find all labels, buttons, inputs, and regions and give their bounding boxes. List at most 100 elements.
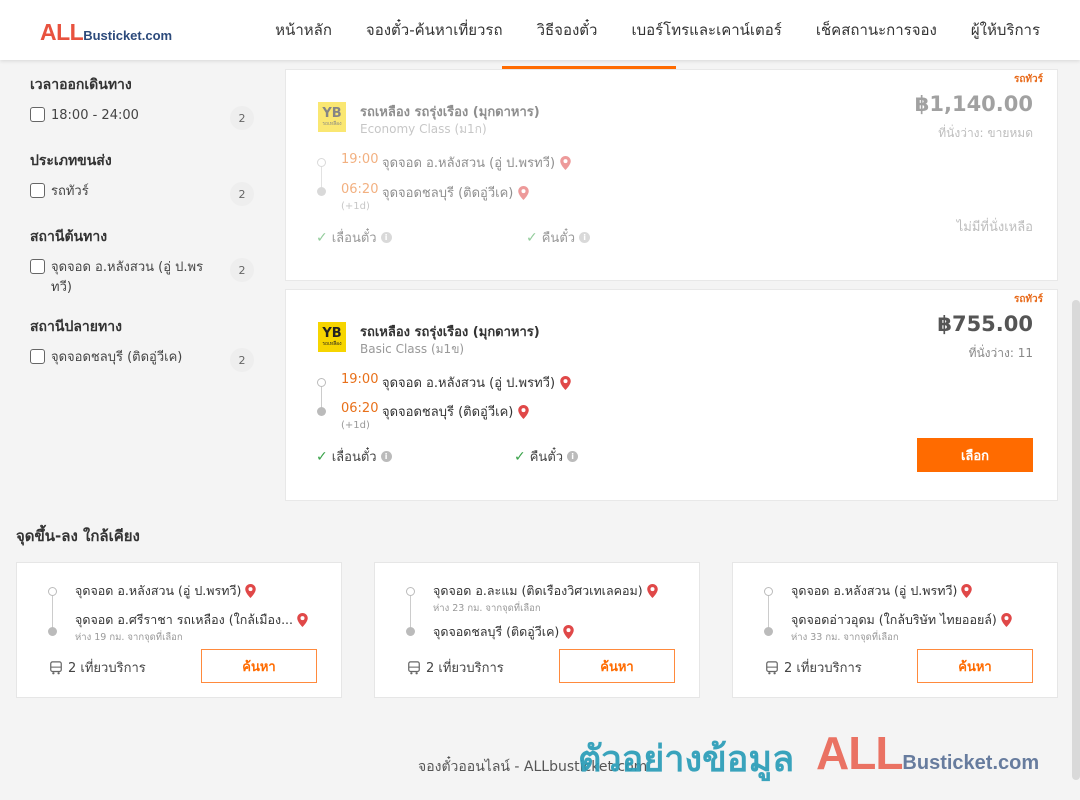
map-pin-icon[interactable] <box>560 375 571 390</box>
bus-class: Economy Class (ม1ก) <box>360 122 487 136</box>
origin-dot-icon <box>317 378 326 387</box>
info-icon[interactable]: i <box>567 451 579 462</box>
map-pin-icon[interactable] <box>560 155 571 170</box>
trip-card: รถทัวร์ YB รถเหลือง รถเหลือง รถรุ่งเรือง… <box>285 289 1058 501</box>
nearby-route-card: จุดจอด อ.หลังสวน (อู่ ป.พรทวี) จุดจอด อ.… <box>16 562 342 698</box>
departure-time: 19:00 <box>341 152 379 167</box>
map-pin-icon[interactable] <box>563 625 575 639</box>
origin-dot-icon <box>764 587 773 596</box>
filter-option-label: จุดจอด อ.หลังสวน (อู่ ป.พรทวี) <box>51 260 204 295</box>
departure-stop: จุดจอด อ.หลังสวน (อู่ ป.พรทวี) <box>382 152 571 173</box>
nearby-from-stop: จุดจอด อ.หลังสวน (อู่ ป.พรทวี) <box>791 581 973 601</box>
checkbox[interactable] <box>30 259 45 274</box>
destination-dot-icon <box>48 627 57 636</box>
seats-available: ที่นั่งว่าง: ขายหมด <box>938 126 1033 140</box>
nearby-trip-count: 2 เที่ยวบริการ <box>49 657 146 678</box>
seats-available: ที่นั่งว่าง: 11 <box>968 346 1033 360</box>
ticket-price: ฿755.00 <box>937 312 1033 336</box>
destination-dot-icon <box>764 627 773 636</box>
arrival-time: 06:20 <box>341 182 379 197</box>
filter-option-label: จุดจอดชลบุรี (ติดอู่วีเค) <box>51 350 183 365</box>
nav-contact[interactable]: เบอร์โทรและเคาน์เตอร์ <box>631 18 781 42</box>
operator-name: รถเหลือง รถรุ่งเรือง (มุกดาหาร) <box>360 105 540 120</box>
nav-book-ticket[interactable]: จองตั๋ว-ค้นหาเที่ยวรถ <box>366 18 503 42</box>
departure-stop: จุดจอด อ.หลังสวน (อู่ ป.พรทวี) <box>382 372 571 393</box>
nearby-search-button[interactable]: ค้นหา <box>201 649 317 683</box>
filter-title-destination: สถานีปลายทาง <box>30 319 122 335</box>
operator-logo-icon: YB รถเหลือง <box>318 102 346 132</box>
nav-check-status[interactable]: เช็คสถานะการจอง <box>816 18 937 42</box>
checkbox[interactable] <box>30 349 45 364</box>
map-pin-icon[interactable] <box>961 584 973 598</box>
filter-option-label: รถทัวร์ <box>51 184 89 199</box>
watermark-text: ตัวอย่างข้อมูล <box>578 739 795 780</box>
nearby-search-button[interactable]: ค้นหา <box>917 649 1033 683</box>
site-logo[interactable]: ALLBusticket.com <box>40 19 172 46</box>
info-icon[interactable]: i <box>579 232 591 243</box>
arrival-time: 06:20 <box>341 401 379 416</box>
filter-option-departure-time[interactable]: 18:00 - 24:00 2 <box>30 106 254 130</box>
map-pin-icon[interactable] <box>518 404 530 419</box>
nearby-from-stop: จุดจอด อ.หลังสวน (อู่ ป.พรทวี) <box>75 581 257 601</box>
logo-rest: Busticket.com <box>83 28 173 43</box>
map-pin-icon[interactable] <box>297 613 308 627</box>
filter-option-origin[interactable]: จุดจอด อ.หลังสวน (อู่ ป.พรทวี) 2 <box>30 258 254 298</box>
nearby-search-button[interactable]: ค้นหา <box>559 649 675 683</box>
nearby-from-stop: จุดจอด อ.ละแม (ติดเรือง​วิศวเทเลคอม) <box>433 581 658 601</box>
route-line <box>768 593 769 631</box>
nearby-to-stop: จุดจอด อ.ศรีราชา รถเหลือง (ใกล้เมือง... <box>75 610 308 630</box>
trip-card: รถทัวร์ YB รถเหลือง รถเหลือง รถรุ่งเรือง… <box>285 69 1058 281</box>
filter-option-transport-type[interactable]: รถทัวร์ 2 <box>30 182 254 206</box>
filter-title-origin: สถานีต้นทาง <box>30 229 108 245</box>
next-day-marker: (+1d) <box>341 420 370 431</box>
watermark-logo: ALLBusticket.com <box>816 727 1040 779</box>
checkbox[interactable] <box>30 183 45 198</box>
page-scrollbar[interactable] <box>1072 300 1080 780</box>
filter-count-badge: 2 <box>230 106 254 130</box>
origin-dot-icon <box>406 587 415 596</box>
nearby-to-stop: จุดจอดชลบุรี (ติดอู่วีเค) <box>433 622 575 642</box>
destination-dot-icon <box>317 187 326 196</box>
filter-option-destination[interactable]: จุดจอดชลบุรี (ติดอู่วีเค) 2 <box>30 348 254 372</box>
info-icon[interactable]: i <box>380 451 392 462</box>
origin-dot-icon <box>317 158 326 167</box>
nearby-trip-count: 2 เที่ยวบริการ <box>765 657 862 678</box>
next-day-marker: (+1d) <box>341 201 370 212</box>
info-icon[interactable]: i <box>380 232 392 243</box>
map-pin-icon[interactable] <box>646 584 658 598</box>
checkbox[interactable] <box>30 107 45 122</box>
nearby-trip-count: 2 เที่ยวบริการ <box>407 657 504 678</box>
check-icon: ✓ <box>316 448 328 465</box>
destination-dot-icon <box>406 627 415 636</box>
nearby-section-title: จุดขึ้น-ลง ใกล้เคียง <box>16 527 140 545</box>
destination-dot-icon <box>317 407 326 416</box>
map-pin-icon[interactable] <box>518 185 530 200</box>
nearby-distance: ห่าง 33 กม. จากจุดที่เลือก <box>791 632 899 643</box>
nearby-route-card: จุดจอด อ.ละแม (ติดเรือง​วิศวเทเลคอม) ห่า… <box>374 562 700 698</box>
filter-count-badge: 2 <box>230 182 254 206</box>
feature-reschedule: ✓ เลื่อนตั๋ว i <box>316 446 392 467</box>
select-trip-button[interactable]: เลือก <box>917 438 1033 472</box>
nav-operators[interactable]: ผู้ให้บริการ <box>971 18 1040 42</box>
bus-class: Basic Class (ม1ข) <box>360 342 465 356</box>
sold-out-status: ไม่มีที่นั่งเหลือ <box>956 220 1033 235</box>
main-nav: หน้าหลัก จองตั๋ว-ค้นหาเที่ยวรถ วิธีจองตั… <box>275 0 1040 60</box>
arrival-stop: จุดจอดชลบุรี (ติดอู่วีเค) <box>382 182 530 203</box>
bus-icon <box>766 660 778 674</box>
nav-home[interactable]: หน้าหลัก <box>275 18 332 42</box>
nearby-to-stop: จุดจอดอ่าวอุดม (ใกล้บริษัท ไทยออยล์) <box>791 610 1012 630</box>
transport-type-tag: รถทัวร์ <box>1013 74 1043 85</box>
check-icon: ✓ <box>316 229 328 246</box>
ticket-price: ฿1,140.00 <box>914 92 1033 116</box>
nearby-distance: ห่าง 23 กม. จากจุดที่เลือก <box>433 603 541 614</box>
operator-name: รถเหลือง รถรุ่งเรือง (มุกดาหาร) <box>360 325 540 340</box>
nav-how-to-book[interactable]: วิธีจองตั๋ว <box>537 18 598 42</box>
map-pin-icon[interactable] <box>1001 613 1012 627</box>
filter-option-label: 18:00 - 24:00 <box>51 108 139 123</box>
bus-icon <box>50 660 62 674</box>
filter-title-departure-time: เวลาออกเดินทาง <box>30 77 132 93</box>
map-pin-icon[interactable] <box>245 584 257 598</box>
filter-count-badge: 2 <box>230 348 254 372</box>
feature-refund: ✓ คืนตั๋ว i <box>514 446 579 467</box>
feature-refund: ✓ คืนตั๋ว i <box>526 227 591 248</box>
